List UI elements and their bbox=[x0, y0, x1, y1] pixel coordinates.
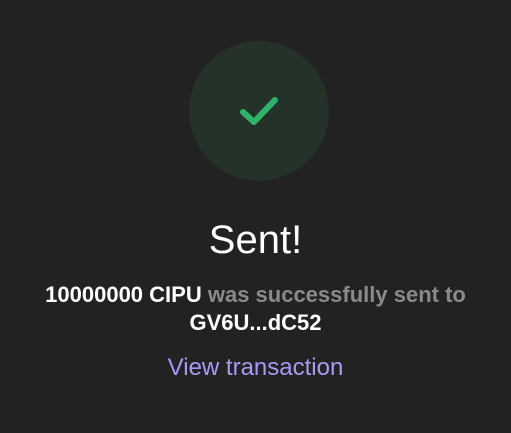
success-message: 10000000 CIPU was successfully sent to G… bbox=[0, 281, 511, 337]
sent-message-text: was successfully sent to bbox=[207, 282, 466, 307]
success-badge bbox=[189, 41, 329, 181]
amount-text: 10000000 CIPU bbox=[45, 282, 202, 307]
recipient-address: GV6U...dC52 bbox=[189, 310, 322, 335]
page-title: Sent! bbox=[208, 218, 303, 262]
send-success-screen: Sent! 10000000 CIPU was successfully sen… bbox=[0, 0, 511, 433]
view-transaction-link[interactable]: View transaction bbox=[0, 353, 511, 383]
check-icon bbox=[240, 97, 278, 125]
